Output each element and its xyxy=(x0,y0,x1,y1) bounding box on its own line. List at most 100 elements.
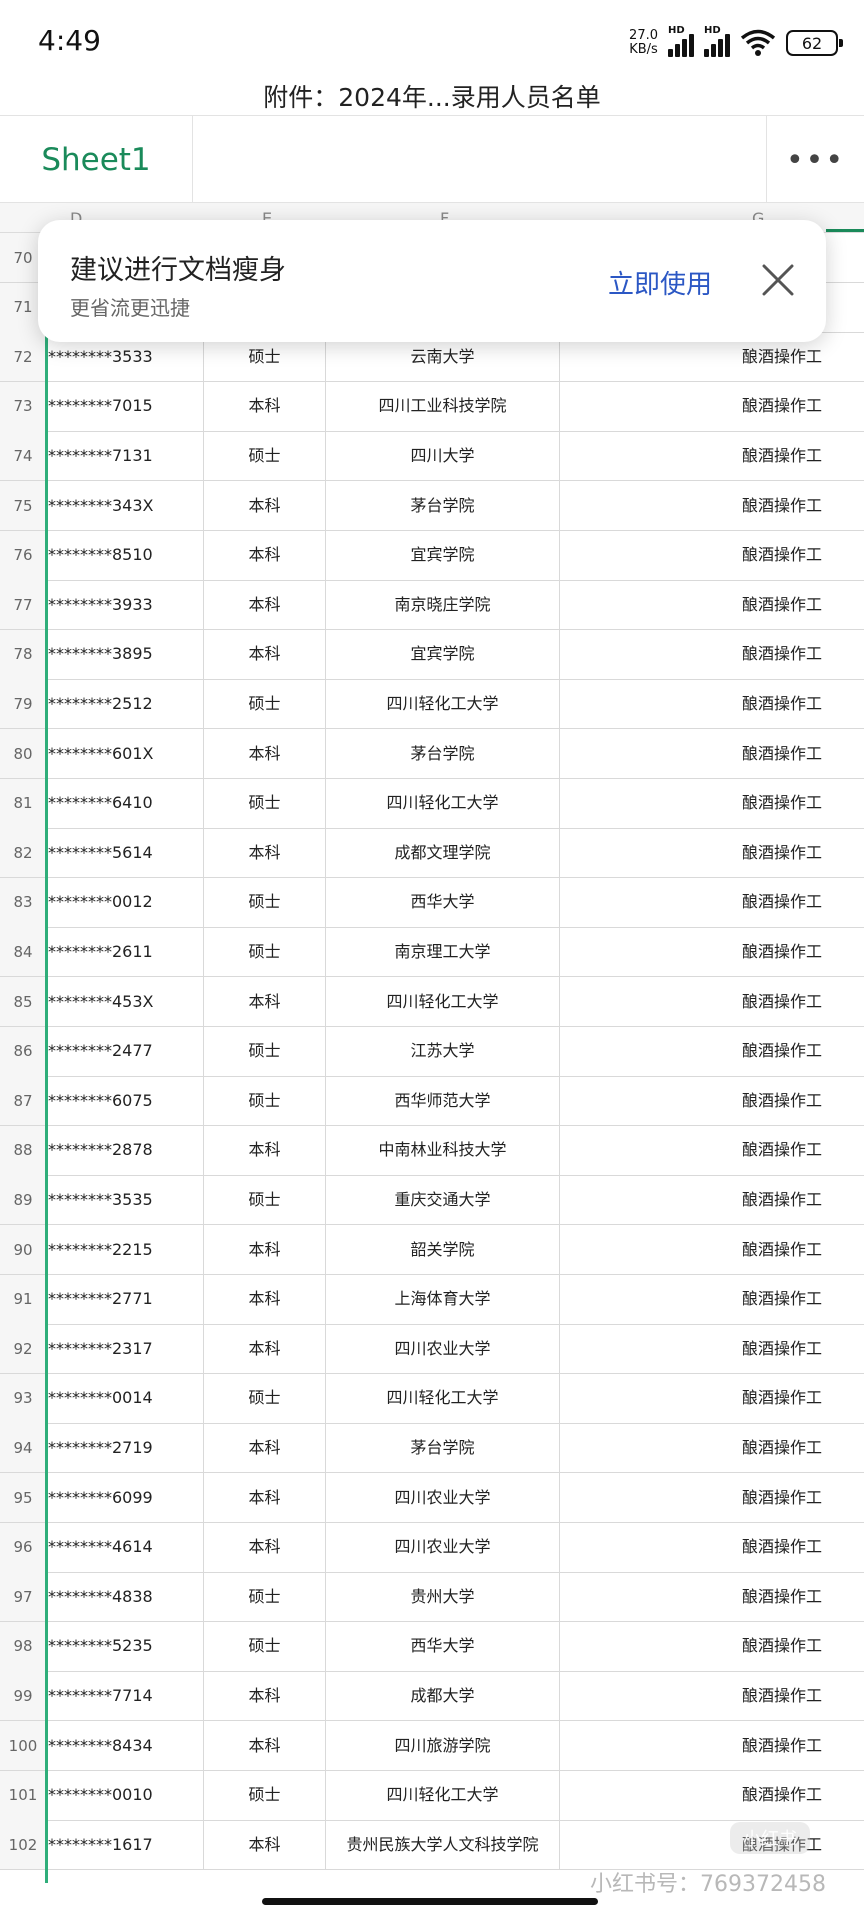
job-cell[interactable]: 酿酒操作工 xyxy=(560,927,864,976)
degree-cell[interactable]: 本科 xyxy=(204,1522,326,1572)
job-cell[interactable]: 酿酒操作工 xyxy=(560,630,864,679)
university-cell[interactable]: 四川轻化工大学 xyxy=(326,1770,560,1820)
job-cell[interactable]: 酿酒操作工 xyxy=(560,729,864,778)
university-cell[interactable]: 宜宾学院 xyxy=(326,530,560,580)
table-row[interactable]: 87 ********6075 硕士 西华师范大学 酿酒操作工 xyxy=(0,1076,864,1127)
table-row[interactable]: 100 ********8434 本科 四川旅游学院 酿酒操作工 xyxy=(0,1721,864,1771)
id-cell[interactable]: ********7714 xyxy=(46,1671,204,1721)
row-number[interactable]: 95 xyxy=(0,1473,46,1522)
degree-cell[interactable]: 硕士 xyxy=(204,431,326,481)
university-cell[interactable]: 四川农业大学 xyxy=(326,1324,560,1374)
id-cell[interactable]: ********453X xyxy=(46,977,204,1026)
university-cell[interactable]: 贵州民族大学人文科技学院 xyxy=(326,1820,560,1870)
row-number[interactable]: 91 xyxy=(0,1274,46,1324)
row-number[interactable]: 98 xyxy=(0,1621,46,1671)
job-cell[interactable]: 酿酒操作工 xyxy=(560,828,864,877)
table-row[interactable]: 92 ********2317 本科 四川农业大学 酿酒操作工 xyxy=(0,1324,864,1375)
row-number[interactable]: 82 xyxy=(0,828,46,878)
row-number[interactable]: 86 xyxy=(0,1026,46,1076)
table-row[interactable]: 90 ********2215 本科 韶关学院 酿酒操作工 xyxy=(0,1225,864,1275)
row-number[interactable]: 73 xyxy=(0,381,46,431)
university-cell[interactable]: 西华师范大学 xyxy=(326,1076,560,1126)
degree-cell[interactable]: 本科 xyxy=(204,1671,326,1721)
table-row[interactable]: 93 ********0014 硕士 四川轻化工大学 酿酒操作工 xyxy=(0,1373,864,1424)
table-row[interactable]: 84 ********2611 硕士 南京理工大学 酿酒操作工 xyxy=(0,927,864,978)
university-cell[interactable]: 四川大学 xyxy=(326,431,560,481)
job-cell[interactable]: 酿酒操作工 xyxy=(560,779,864,828)
table-row[interactable]: 95 ********6099 本科 四川农业大学 酿酒操作工 xyxy=(0,1473,864,1523)
job-cell[interactable]: 酿酒操作工 xyxy=(560,1820,864,1869)
job-cell[interactable]: 酿酒操作工 xyxy=(560,481,864,530)
degree-cell[interactable]: 硕士 xyxy=(204,877,326,927)
table-row[interactable]: 83 ********0012 硕士 西华大学 酿酒操作工 xyxy=(0,877,864,928)
university-cell[interactable]: 重庆交通大学 xyxy=(326,1175,560,1225)
university-cell[interactable]: 四川农业大学 xyxy=(326,1473,560,1522)
id-cell[interactable]: ********3535 xyxy=(46,1175,204,1225)
row-number[interactable]: 78 xyxy=(0,629,46,679)
degree-cell[interactable]: 本科 xyxy=(204,530,326,580)
id-cell[interactable]: ********6099 xyxy=(46,1473,204,1522)
table-row[interactable]: 73 ********7015 本科 四川工业科技学院 酿酒操作工 xyxy=(0,381,864,432)
id-cell[interactable]: ********4614 xyxy=(46,1522,204,1572)
degree-cell[interactable]: 硕士 xyxy=(204,1621,326,1671)
university-cell[interactable]: 西华大学 xyxy=(326,1621,560,1671)
id-cell[interactable]: ********2215 xyxy=(46,1225,204,1274)
job-cell[interactable]: 酿酒操作工 xyxy=(560,531,864,580)
row-number[interactable]: 80 xyxy=(0,729,46,778)
row-number[interactable]: 84 xyxy=(0,927,46,977)
job-cell[interactable]: 酿酒操作工 xyxy=(560,1523,864,1572)
freeze-pane-line[interactable] xyxy=(45,233,48,1883)
table-row[interactable]: 77 ********3933 本科 南京晓庄学院 酿酒操作工 xyxy=(0,580,864,631)
table-row[interactable]: 96 ********4614 本科 四川农业大学 酿酒操作工 xyxy=(0,1522,864,1573)
row-number[interactable]: 99 xyxy=(0,1671,46,1721)
id-cell[interactable]: ********6410 xyxy=(46,778,204,828)
id-cell[interactable]: ********2611 xyxy=(46,927,204,977)
university-cell[interactable]: 韶关学院 xyxy=(326,1225,560,1274)
job-cell[interactable]: 酿酒操作工 xyxy=(560,1175,864,1224)
row-number[interactable]: 90 xyxy=(0,1225,46,1274)
row-number[interactable]: 72 xyxy=(0,332,46,382)
university-cell[interactable]: 江苏大学 xyxy=(326,1026,560,1076)
job-cell[interactable]: 酿酒操作工 xyxy=(560,580,864,629)
row-number[interactable]: 74 xyxy=(0,431,46,481)
row-number[interactable]: 94 xyxy=(0,1423,46,1473)
row-number[interactable]: 89 xyxy=(0,1175,46,1225)
table-row[interactable]: 99 ********7714 本科 成都大学 酿酒操作工 xyxy=(0,1671,864,1722)
degree-cell[interactable]: 本科 xyxy=(204,481,326,530)
row-number[interactable]: 77 xyxy=(0,580,46,630)
row-number[interactable]: 87 xyxy=(0,1076,46,1126)
job-cell[interactable]: 酿酒操作工 xyxy=(560,1126,864,1175)
table-row[interactable]: 89 ********3535 硕士 重庆交通大学 酿酒操作工 xyxy=(0,1175,864,1226)
degree-cell[interactable]: 硕士 xyxy=(204,1373,326,1423)
id-cell[interactable]: ********3933 xyxy=(46,580,204,630)
job-cell[interactable]: 酿酒操作工 xyxy=(560,679,864,728)
id-cell[interactable]: ********0014 xyxy=(46,1373,204,1423)
degree-cell[interactable]: 本科 xyxy=(204,1820,326,1870)
job-cell[interactable]: 酿酒操作工 xyxy=(560,431,864,480)
degree-cell[interactable]: 本科 xyxy=(204,1225,326,1274)
university-cell[interactable]: 四川工业科技学院 xyxy=(326,381,560,431)
university-cell[interactable]: 南京理工大学 xyxy=(326,927,560,977)
degree-cell[interactable]: 本科 xyxy=(204,381,326,431)
job-cell[interactable]: 酿酒操作工 xyxy=(560,1225,864,1274)
home-indicator[interactable] xyxy=(262,1898,598,1905)
id-cell[interactable]: ********8434 xyxy=(46,1721,204,1770)
more-options-button[interactable]: ••• xyxy=(766,116,864,204)
degree-cell[interactable]: 本科 xyxy=(204,1324,326,1374)
table-row[interactable]: 75 ********343X 本科 茅台学院 酿酒操作工 xyxy=(0,481,864,531)
id-cell[interactable]: ********4838 xyxy=(46,1572,204,1622)
job-cell[interactable]: 酿酒操作工 xyxy=(560,977,864,1026)
university-cell[interactable]: 四川旅游学院 xyxy=(326,1721,560,1770)
university-cell[interactable]: 西华大学 xyxy=(326,877,560,927)
university-cell[interactable]: 成都大学 xyxy=(326,1671,560,1721)
id-cell[interactable]: ********7015 xyxy=(46,381,204,431)
job-cell[interactable]: 酿酒操作工 xyxy=(560,1027,864,1076)
job-cell[interactable]: 酿酒操作工 xyxy=(560,1622,864,1671)
table-row[interactable]: 80 ********601X 本科 茅台学院 酿酒操作工 xyxy=(0,729,864,779)
table-row[interactable]: 97 ********4838 硕士 贵州大学 酿酒操作工 xyxy=(0,1572,864,1623)
table-row[interactable]: 85 ********453X 本科 四川轻化工大学 酿酒操作工 xyxy=(0,977,864,1027)
job-cell[interactable]: 酿酒操作工 xyxy=(560,1076,864,1125)
degree-cell[interactable]: 本科 xyxy=(204,580,326,630)
id-cell[interactable]: ********7131 xyxy=(46,431,204,481)
university-cell[interactable]: 四川轻化工大学 xyxy=(326,977,560,1026)
